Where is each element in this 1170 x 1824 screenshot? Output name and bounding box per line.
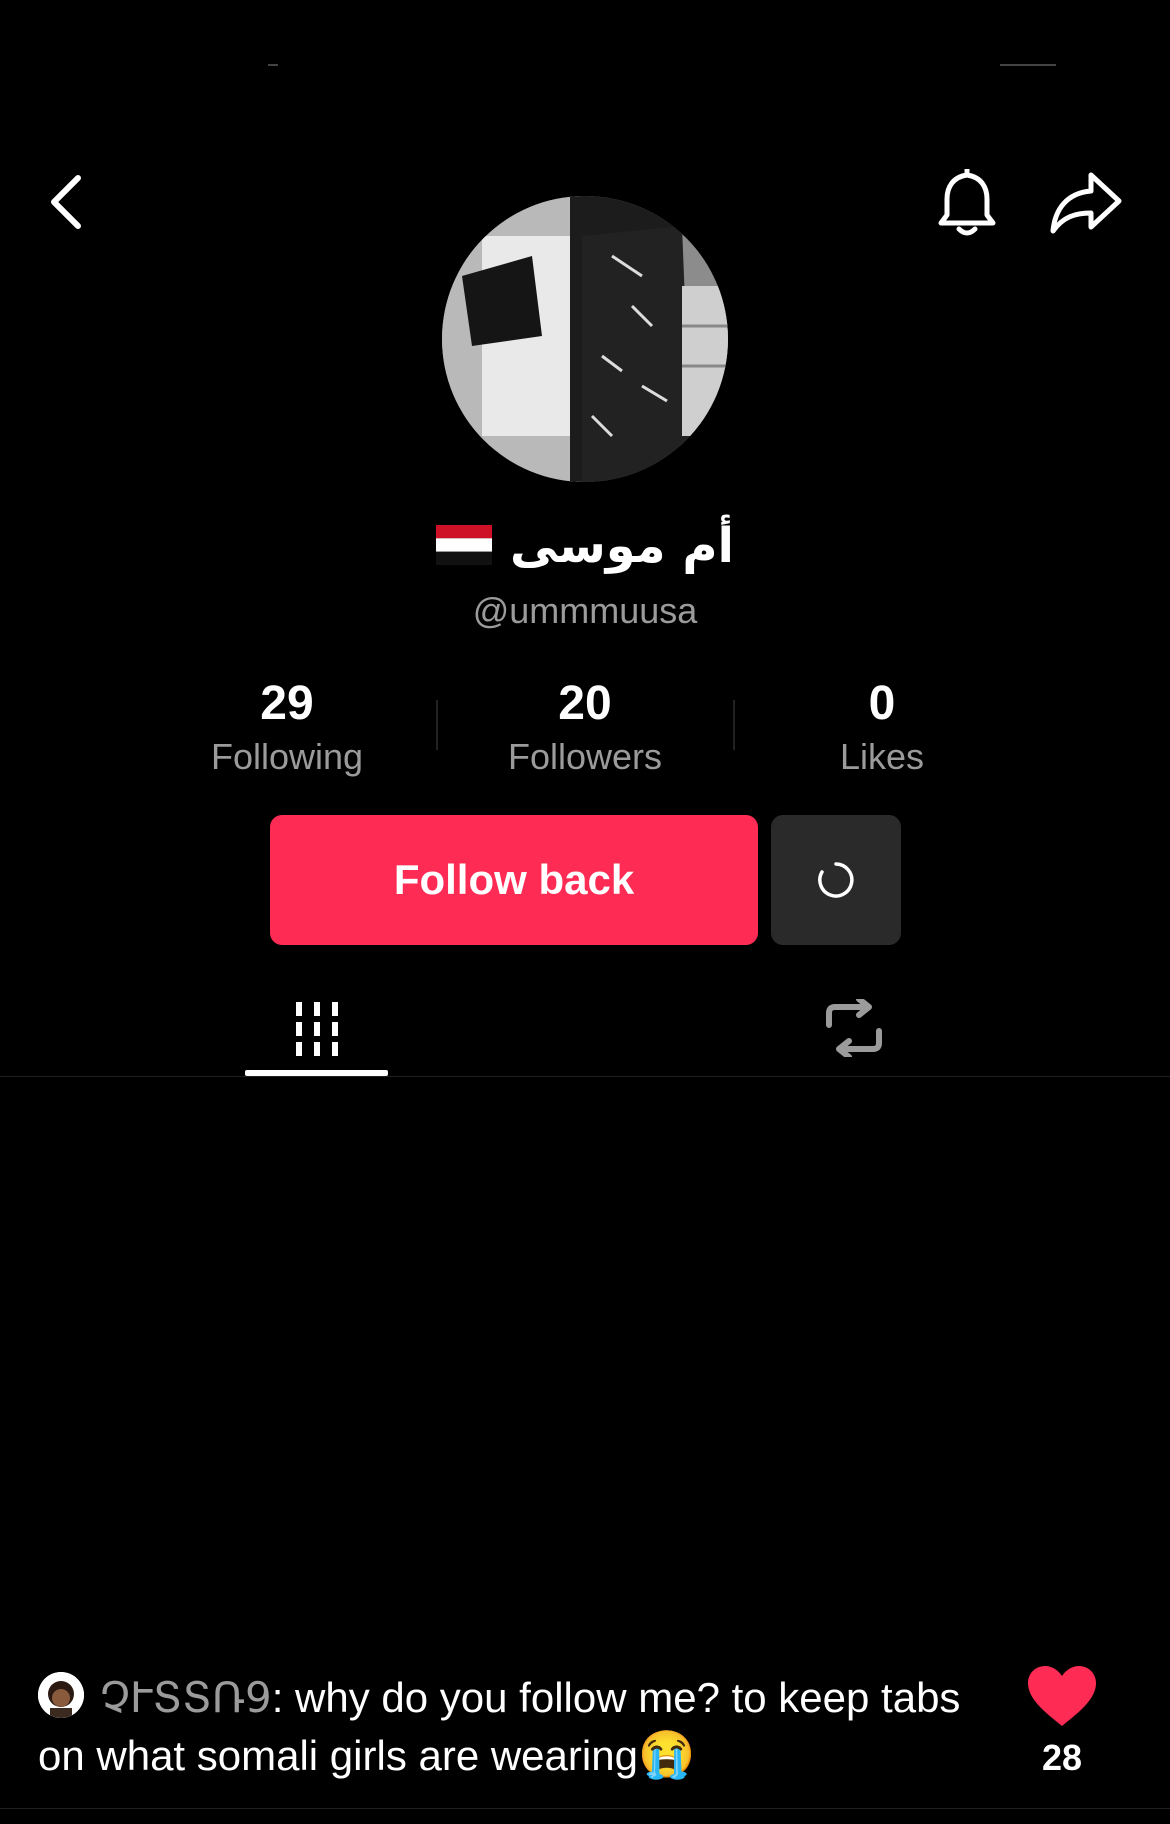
more-options-button[interactable] [771, 815, 901, 945]
stat-value: 29 [260, 677, 314, 730]
username: @ummmuusa [472, 590, 698, 631]
avatar-photo [442, 196, 728, 482]
crying-emoji: 😭 [637, 1728, 696, 1780]
tabs-divider [0, 1076, 1170, 1077]
stat-divider [733, 700, 735, 750]
stat-following[interactable]: 29 Following [177, 676, 397, 780]
like-count: 28 [1041, 1737, 1083, 1778]
tab-videos[interactable] [245, 980, 388, 1075]
stat-followers[interactable]: 20 Followers [475, 676, 695, 780]
profile-stats: 29 Following 20 Followers 0 Likes [0, 676, 1170, 786]
tab-reposts[interactable] [782, 980, 925, 1075]
stat-label: Followers [507, 736, 663, 777]
display-name-row: أم موسى [0, 518, 1170, 577]
comment-overlay[interactable]: ՉՒՏՏՌ9: why do you follow me? to keep ta… [38, 1670, 968, 1784]
display-name: أم موسى [510, 518, 734, 574]
chevron-left-icon [51, 175, 81, 229]
yemen-flag-icon [436, 521, 493, 577]
comment-like-button[interactable]: 28 [1020, 1664, 1104, 1779]
stat-likes[interactable]: 0 Likes [772, 676, 992, 780]
commenter-username: ՉՒՏՏՌ9 [100, 1673, 272, 1722]
share-arrow-icon [1050, 172, 1122, 234]
notifications-button[interactable] [930, 162, 1004, 242]
bell-icon [938, 168, 996, 236]
stat-value: 20 [558, 677, 612, 730]
commenter-avatar [38, 1671, 84, 1718]
follow-back-button[interactable]: Follow back [270, 815, 758, 945]
profile-avatar[interactable] [442, 196, 728, 482]
bottom-divider [0, 1808, 1170, 1809]
stat-label: Likes [839, 736, 925, 777]
share-button[interactable] [1046, 162, 1126, 242]
grid-videos-icon [295, 1001, 338, 1056]
stat-value: 0 [868, 677, 896, 730]
back-button[interactable] [36, 166, 96, 238]
status-bar-indicator [268, 64, 278, 66]
status-bar-indicator [1000, 64, 1056, 66]
stat-divider [436, 700, 438, 750]
loading-spinner-icon [818, 862, 854, 898]
repost-icon [825, 998, 882, 1057]
heart-icon [1028, 1666, 1096, 1726]
stat-label: Following [210, 736, 364, 777]
